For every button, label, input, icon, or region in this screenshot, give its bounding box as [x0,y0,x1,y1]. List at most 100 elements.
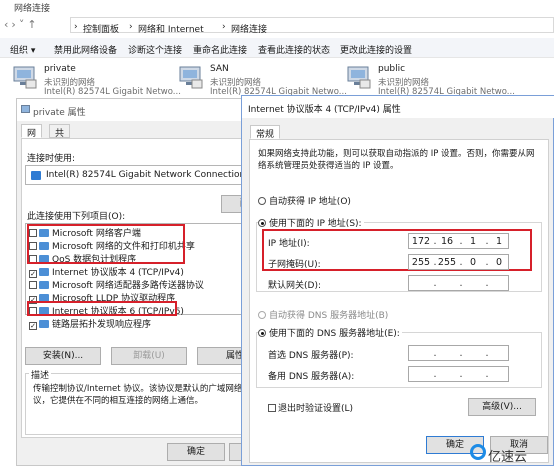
adapter-private[interactable]: private 未识别的网络 Intel(R) 82574L Gigabit N… [12,62,181,102]
up-arrow-icon[interactable]: ↑ [27,18,39,31]
dialog-title: private 属性 [33,108,86,118]
list-item[interactable]: ✓ 链路层拓扑发现响应程序 [29,317,151,330]
auto-dns-radio[interactable]: 自动获得 DNS 服务器地址(B) [258,308,388,321]
list-item[interactable]: ✓ Internet 协议版本 4 (TCP/IPv4) [29,265,184,278]
radio-selected-icon [258,329,266,337]
octet-dot: . [485,278,489,289]
ip-octet: 1 [495,236,503,247]
adapter-field-value: Intel(R) 82574L Gigabit Network Connecti… [46,170,246,180]
mask-octet: 255 [437,257,457,268]
highlight-box [27,301,177,316]
octet-dot: . [459,369,463,380]
validate-label: 退出时验证设置(L) [278,404,354,414]
ok-button[interactable]: 确定 [167,443,225,461]
adapter-device: Intel(R) 82574L Gigabit Netwo... [44,87,181,97]
ip-octet: 1 [469,236,477,247]
view-status-button[interactable]: 查看此连接的状态 [258,43,330,56]
network-adapter-icon [21,105,30,113]
checkbox-checked-icon[interactable]: ✓ [29,270,37,278]
manual-dns-radio[interactable]: 使用下面的 DNS 服务器地址(E): [258,326,402,339]
mask-octet: 255 [411,257,431,268]
disable-device-button[interactable]: 禁用此网络设备 [54,43,117,56]
tab-network[interactable]: 网络 [21,124,43,152]
mask-octet: 0 [495,257,503,268]
dialog-titlebar: Internet 协议版本 4 (TCP/IPv4) 属性 [242,96,554,118]
advanced-button[interactable]: 高级(V)... [468,398,536,416]
manual-ip-radio[interactable]: 使用下面的 IP 地址(S): [258,216,364,229]
description-label: 描述 [29,368,52,381]
octet-dot: . [433,348,437,359]
radio-selected-icon [258,219,266,227]
ipv4-dialog: Internet 协议版本 4 (TCP/IPv4) 属性 常规 如果网络支持此… [241,95,554,466]
octet-dot: . [433,369,437,380]
description-text: 传输控制协议/Internet 协议。该协议是默认的广域网络协议，它提供在不同的… [33,384,251,406]
adapter-name: private [44,64,76,74]
address-bar[interactable]: › 控制面板 › 网络和 Internet › 网络连接 [70,17,554,35]
gateway-label: 默认网关(D): [268,281,321,291]
highlight-box [27,224,185,264]
octet-dot: . [485,369,489,380]
intro-text: 如果网络支持此功能，则可以获取自动指派的 IP 设置。否则，你需要从网络系统管理… [258,149,535,171]
validate-checkbox[interactable]: 退出时验证设置(L) [268,401,353,414]
octet-dot: . [459,348,463,359]
adapter-name: public [378,64,406,74]
nav-buttons[interactable]: ‹›˅↑ [4,18,40,31]
organize-menu[interactable]: 组织 ▾ [10,43,35,56]
subnet-mask-input[interactable]: 255 . 255 . 0 . 0 [408,254,509,270]
watermark-logo-icon [470,444,486,460]
octet-dot: . [459,278,463,289]
install-button[interactable]: 安装(N)... [25,347,101,365]
alternate-dns-input[interactable]: . . . [408,366,509,382]
ip-octet: 172 [411,236,431,247]
radio-icon [258,311,266,319]
window-title: 网络连接 [14,4,51,14]
network-adapter-icon [347,66,371,89]
list-item-label: Microsoft 网络适配器多路传送器协议 [52,281,204,291]
manual-ip-label: 使用下面的 IP 地址(S): [269,219,362,229]
explorer-titlebar: 网络连接 [0,0,554,14]
ip-address-input[interactable]: 172 . 16 . 1 . 1 [408,233,509,249]
octet-dot: . [485,348,489,359]
uninstall-button[interactable]: 卸载(U) [111,347,187,365]
checkbox-icon [268,404,276,412]
network-card-icon [31,171,41,180]
network-adapter-icon [13,66,37,89]
chevron-right-icon: › [74,22,78,32]
preferred-dns-input[interactable]: . . . [408,345,509,361]
network-component-icon [39,320,49,328]
list-item[interactable]: Microsoft 网络适配器多路传送器协议 [29,278,204,291]
adapter-field: Intel(R) 82574L Gigabit Network Connecti… [25,165,273,185]
auto-dns-label: 自动获得 DNS 服务器地址(B) [269,311,389,321]
alternate-dns-label: 备用 DNS 服务器(A): [268,372,355,382]
dialog-title: Internet 协议版本 4 (TCP/IPv4) 属性 [248,105,401,115]
rename-button[interactable]: 重命名此连接 [193,43,247,56]
auto-ip-radio[interactable]: 自动获得 IP 地址(O) [258,194,351,207]
list-item-label: Internet 协议版本 4 (TCP/IPv4) [52,268,184,278]
radio-icon [258,197,266,205]
watermark: 亿速云 [488,450,528,465]
octet-dot: . [433,278,437,289]
diagnose-button[interactable]: 诊断这个连接 [128,43,182,56]
breadcrumb-network-connections[interactable]: 网络连接 [231,22,267,35]
tab-sharing[interactable]: 共享 [49,124,71,152]
command-bar: 组织 ▾ 禁用此网络设备 诊断这个连接 重命名此连接 查看此连接的状态 更改此连… [0,38,554,58]
list-item-label: 链路层拓扑发现响应程序 [52,320,152,330]
checkbox-checked-icon[interactable]: ✓ [29,322,37,330]
chevron-right-icon: › [129,22,133,32]
checkbox-icon[interactable] [29,281,37,289]
ip-address-label: IP 地址(I): [268,239,310,249]
breadcrumb-network-internet[interactable]: 网络和 Internet [138,22,204,35]
items-label: 此连接使用下列项目(O): [27,212,126,222]
chevron-right-icon: › [222,22,226,32]
gateway-input[interactable]: . . . [408,275,509,291]
auto-ip-label: 自动获得 IP 地址(O) [269,197,351,207]
ip-octet: 16 [440,236,454,247]
breadcrumb-control-panel[interactable]: 控制面板 [83,22,119,35]
preferred-dns-label: 首选 DNS 服务器(P): [268,351,354,361]
manual-dns-label: 使用下面的 DNS 服务器地址(E): [269,329,400,339]
forward-icon[interactable]: › [11,18,18,31]
tab-general[interactable]: 常规 [250,125,281,140]
mask-octet: 0 [469,257,477,268]
connect-using-label: 连接时使用: [27,154,76,164]
change-settings-button[interactable]: 更改此连接的设置 [340,43,412,56]
